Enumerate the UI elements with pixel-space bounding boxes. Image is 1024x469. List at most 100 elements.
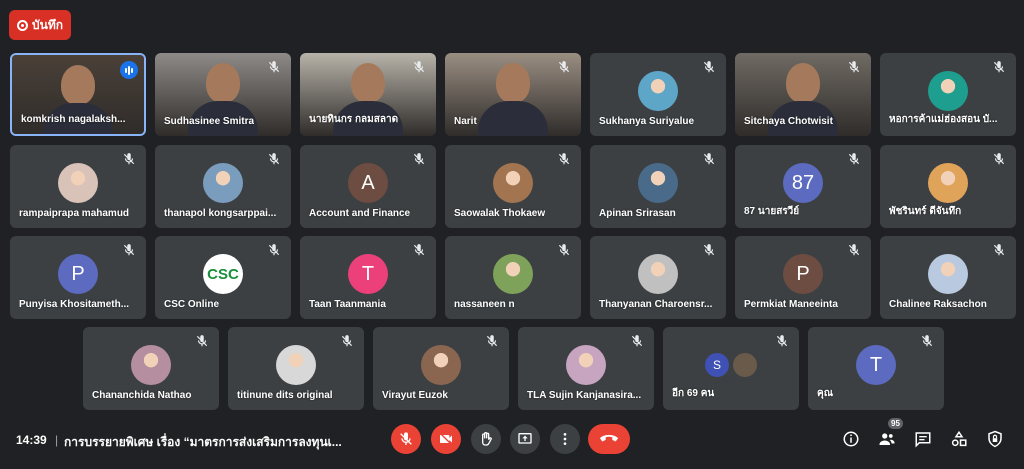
present-button[interactable]	[510, 424, 540, 454]
participant-tile[interactable]: Virayut Euzok	[373, 327, 509, 410]
chat-icon	[915, 432, 931, 448]
avatar-initial: 87	[783, 163, 823, 203]
activities-button[interactable]	[948, 428, 970, 450]
host-controls-button[interactable]	[984, 428, 1006, 450]
clock: 14:39	[16, 433, 47, 447]
mic-off-icon	[267, 243, 281, 257]
meeting-title[interactable]: การบรรยายพิเศษ เรื่อง “มาตรการส่งเสริมกา…	[64, 433, 342, 452]
mic-off-icon	[557, 152, 571, 166]
participant-name: Permkiat Maneeinta	[744, 299, 838, 310]
participant-tile[interactable]: Sukhanya Suriyalue	[590, 53, 726, 136]
participant-name: Chalinee Raksachon	[889, 299, 987, 310]
participant-name: Taan Taanmania	[309, 299, 386, 310]
mic-off-icon	[412, 152, 426, 166]
leave-call-button[interactable]	[588, 424, 630, 454]
participant-tile[interactable]: S อีก 69 คน	[663, 327, 799, 410]
participant-tile[interactable]: P Punyisa Khositameth...	[10, 236, 146, 319]
mic-off-icon	[557, 243, 571, 257]
avatar-initial: P	[783, 254, 823, 294]
more-options-button[interactable]	[550, 424, 580, 454]
participant-tile[interactable]: thanapol kongsarppai...	[155, 145, 291, 228]
record-icon	[17, 19, 28, 31]
participant-name: Account and Finance	[309, 208, 411, 219]
avatar-photo	[276, 345, 316, 385]
participant-name: TLA Sujin Kanjanasira...	[527, 390, 642, 401]
mic-off-icon	[485, 334, 499, 348]
record-button[interactable]: บันทึก	[9, 10, 71, 40]
participant-tile[interactable]: Narit	[445, 53, 581, 136]
bottom-toolbar: 14:39 | การบรรยายพิเศษ เรื่อง “มาตรการส่…	[0, 412, 1024, 469]
mic-off-icon	[340, 334, 354, 348]
participant-tile[interactable]: T คุณ	[808, 327, 944, 410]
raise-hand-icon	[482, 432, 492, 446]
participant-tile[interactable]: Thanyanan Charoensr...	[590, 236, 726, 319]
mic-off-icon	[992, 243, 1006, 257]
speaking-indicator-icon	[120, 61, 138, 79]
mic-toggle-button[interactable]	[391, 424, 421, 454]
mic-off-icon	[847, 60, 861, 74]
participant-name: หอการค้าแม่ฮ่องสอน บั...	[889, 114, 998, 125]
mic-off-icon	[847, 152, 861, 166]
participant-tile[interactable]: พัชรินทร์ ดีจันทึก	[880, 145, 1016, 228]
participant-name: Sitchaya Chotwisit	[744, 116, 833, 127]
mic-off-icon	[992, 152, 1006, 166]
avatar-initial: T	[856, 345, 896, 385]
raise-hand-button[interactable]	[471, 424, 501, 454]
participant-tile[interactable]: titinune dits original	[228, 327, 364, 410]
avatar-photo	[928, 163, 968, 203]
mic-off-icon	[267, 152, 281, 166]
mic-off-icon	[920, 334, 934, 348]
avatar-initial: A	[348, 163, 388, 203]
mic-off-icon	[195, 334, 209, 348]
participant-tile[interactable]: Chalinee Raksachon	[880, 236, 1016, 319]
participant-tile[interactable]: Sitchaya Chotwisit	[735, 53, 871, 136]
participant-tile[interactable]: nassaneen n	[445, 236, 581, 319]
info-icon	[843, 431, 859, 447]
mic-off-icon	[992, 60, 1006, 74]
participant-tile[interactable]: 87 87 นายสรวีย์	[735, 145, 871, 228]
participant-name: Saowalak Thokaew	[454, 208, 546, 219]
participant-tile[interactable]: Saowalak Thokaew	[445, 145, 581, 228]
avatar-initial: T	[348, 254, 388, 294]
meeting-details-button[interactable]	[840, 428, 862, 450]
participant-name: CSC Online	[164, 299, 220, 310]
participant-tile[interactable]: Sudhasinee Smitra	[155, 53, 291, 136]
participant-tile[interactable]: rampaiprapa mahamud	[10, 145, 146, 228]
participant-tile[interactable]: Chananchida Nathao	[83, 327, 219, 410]
mic-off-icon	[775, 334, 789, 348]
participants-count-badge: 95	[888, 418, 903, 429]
avatar-logo: CSC	[203, 254, 243, 294]
participant-tile[interactable]: CSC CSC Online	[155, 236, 291, 319]
host-controls-icon	[988, 430, 1002, 448]
participant-name: komkrish nagalaksh...	[21, 114, 126, 125]
avatar-photo	[421, 345, 461, 385]
mic-off-icon	[702, 152, 716, 166]
camera-toggle-button[interactable]	[431, 424, 461, 454]
more-options-icon	[563, 433, 567, 445]
avatar-photo	[131, 345, 171, 385]
participant-tile[interactable]: P Permkiat Maneeinta	[735, 236, 871, 319]
activities-icon	[951, 430, 967, 447]
participant-tile[interactable]: TLA Sujin Kanjanasira...	[518, 327, 654, 410]
participant-tile[interactable]: หอการค้าแม่ฮ่องสอน บั...	[880, 53, 1016, 136]
participant-name: Narit	[454, 116, 477, 127]
avatar-initial: S	[705, 353, 729, 377]
participant-name: Apinan Srirasan	[599, 208, 676, 219]
chat-button[interactable]	[912, 428, 934, 450]
separator: |	[55, 433, 59, 447]
participant-tile[interactable]: A Account and Finance	[300, 145, 436, 228]
mic-off-icon	[630, 334, 644, 348]
participant-name: Chananchida Nathao	[92, 390, 192, 401]
avatar-photo	[566, 345, 606, 385]
participant-tile[interactable]: komkrish nagalaksh...	[10, 53, 146, 136]
participant-tile[interactable]: T Taan Taanmania	[300, 236, 436, 319]
avatar-photo	[638, 71, 678, 111]
participant-name: Thanyanan Charoensr...	[599, 299, 713, 310]
participant-name: พัชรินทร์ ดีจันทึก	[889, 206, 962, 217]
mic-off-icon	[122, 243, 136, 257]
avatar-photo	[733, 353, 757, 377]
people-button[interactable]	[876, 428, 898, 450]
participant-tile[interactable]: นายทินกร กลมสลาด	[300, 53, 436, 136]
mic-off-icon	[400, 432, 412, 445]
participant-tile[interactable]: Apinan Srirasan	[590, 145, 726, 228]
